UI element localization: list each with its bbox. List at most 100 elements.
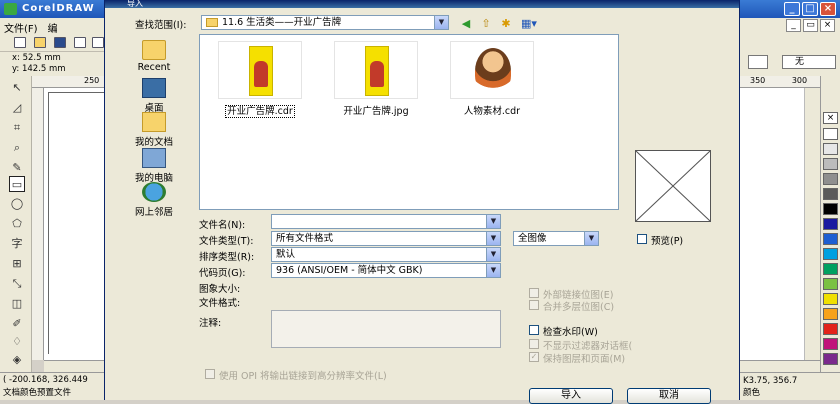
dialog-title: 导入 bbox=[127, 0, 143, 8]
place-my-computer[interactable]: 我的电脑 bbox=[119, 148, 189, 184]
recent-folder-icon bbox=[142, 40, 166, 60]
preview-checkbox[interactable] bbox=[637, 234, 647, 244]
no-color-swatch[interactable]: × bbox=[823, 112, 838, 124]
color-swatch[interactable] bbox=[823, 278, 838, 290]
color-swatch[interactable] bbox=[823, 188, 838, 200]
network-icon bbox=[142, 182, 166, 202]
close-icon[interactable]: × bbox=[820, 2, 836, 16]
file-item[interactable]: 开业广告牌.cdr bbox=[212, 41, 308, 118]
import-dialog: 导入 查找范围(I): 11.6 生活类——开业广告牌 ▼ ◀ ⇧ ✱ ▦▾ R… bbox=[104, 0, 740, 404]
color-swatch[interactable] bbox=[823, 323, 838, 335]
new-document-icon[interactable] bbox=[14, 37, 26, 48]
color-swatch[interactable] bbox=[823, 338, 838, 350]
import-button[interactable]: 导入 bbox=[529, 388, 613, 404]
color-swatch[interactable] bbox=[823, 158, 838, 170]
codepage-label: 代码页(G): bbox=[199, 268, 246, 279]
vertical-scrollbar[interactable] bbox=[804, 88, 820, 360]
maximize-icon[interactable]: □ bbox=[802, 2, 818, 16]
filename-input[interactable]: ▼ bbox=[271, 214, 501, 229]
outline-pen-tool-icon[interactable]: ♢ bbox=[9, 334, 25, 350]
file-item[interactable]: 人物素材.cdr bbox=[444, 41, 540, 117]
file-thumbnail bbox=[450, 41, 534, 99]
place-desktop[interactable]: 桌面 bbox=[119, 78, 189, 114]
color-swatch[interactable] bbox=[823, 203, 838, 215]
color-swatch[interactable] bbox=[823, 353, 838, 365]
outline-width-value: 无 bbox=[795, 57, 805, 67]
print-icon[interactable] bbox=[74, 37, 86, 48]
desktop-icon bbox=[142, 78, 166, 98]
text-tool-icon[interactable]: 字 bbox=[9, 236, 25, 252]
page-navigator[interactable] bbox=[44, 360, 104, 372]
color-swatch[interactable] bbox=[823, 308, 838, 320]
doc-restore-icon[interactable]: ▭ bbox=[803, 19, 818, 32]
chevron-down-icon: ▼ bbox=[486, 232, 500, 245]
look-in-select[interactable]: 11.6 生活类——开业广告牌 ▼ bbox=[201, 15, 449, 30]
folder-icon bbox=[206, 18, 218, 27]
app-titlebar-right: _ □ × bbox=[740, 0, 840, 18]
empty-preview-icon bbox=[635, 150, 711, 222]
color-swatch[interactable] bbox=[823, 293, 838, 305]
chevron-down-icon: ▼ bbox=[434, 16, 448, 29]
color-swatch[interactable] bbox=[823, 218, 838, 230]
file-list[interactable]: 开业广告牌.cdr 开业广告牌.jpg 人物素材.cdr bbox=[199, 34, 619, 210]
vertical-ruler bbox=[32, 88, 44, 360]
import-scope-select[interactable]: 全图像 ▼ bbox=[513, 231, 599, 246]
fill-tool-icon[interactable]: ◈ bbox=[9, 352, 25, 368]
wireframe-toggle[interactable] bbox=[748, 55, 768, 69]
table-tool-icon[interactable]: ⊞ bbox=[9, 256, 25, 272]
zoom-tool-icon[interactable]: ⌕ bbox=[9, 140, 25, 156]
pick-tool-icon[interactable]: ↖ bbox=[9, 80, 25, 96]
freehand-tool-icon[interactable]: ✎ bbox=[9, 160, 25, 176]
file-item[interactable]: 开业广告牌.jpg bbox=[328, 41, 424, 117]
image-size-label: 图象大小: bbox=[199, 284, 241, 295]
sort-type-select[interactable]: 默认 ▼ bbox=[271, 247, 501, 262]
view-menu-icon[interactable]: ▦▾ bbox=[519, 18, 539, 30]
connector-tool-icon[interactable]: ⤡ bbox=[9, 276, 25, 292]
up-folder-icon[interactable]: ⇧ bbox=[479, 18, 493, 30]
place-network[interactable]: 网上邻居 bbox=[119, 182, 189, 218]
opi-checkbox[interactable] bbox=[205, 369, 215, 379]
save-icon[interactable] bbox=[54, 37, 66, 48]
filetype-select[interactable]: 所有文件格式 ▼ bbox=[271, 231, 501, 246]
eyedropper-tool-icon[interactable]: ✐ bbox=[9, 316, 25, 332]
doc-minimize-icon[interactable]: _ bbox=[786, 19, 801, 32]
color-swatch[interactable] bbox=[823, 263, 838, 275]
ellipse-tool-icon[interactable]: ◯ bbox=[9, 196, 25, 212]
keep-layers-checkbox[interactable]: ✓ bbox=[529, 352, 539, 362]
sort-label: 排序类型(R): bbox=[199, 252, 255, 263]
open-folder-icon[interactable] bbox=[34, 37, 46, 48]
ruler-tick-label: 350 bbox=[750, 76, 766, 85]
rectangle-tool-icon[interactable]: ▭ bbox=[9, 176, 25, 192]
back-icon[interactable]: ◀ bbox=[459, 18, 473, 30]
dialog-titlebar: 导入 bbox=[105, 0, 739, 8]
outline-width-select[interactable]: 无 bbox=[782, 55, 836, 69]
place-my-documents[interactable]: 我的文档 bbox=[119, 112, 189, 148]
link-bitmap-checkbox[interactable] bbox=[529, 288, 539, 298]
color-profile-status[interactable]: 文档颜色预置文件 bbox=[3, 387, 101, 400]
file-thumbnail bbox=[218, 41, 302, 99]
y-position-field[interactable]: y: 142.5 mm bbox=[12, 64, 104, 75]
shape-tool-icon[interactable]: ◿ bbox=[9, 100, 25, 116]
new-folder-icon[interactable]: ✱ bbox=[499, 18, 513, 30]
color-swatch[interactable] bbox=[823, 233, 838, 245]
cut-icon[interactable] bbox=[92, 37, 104, 48]
x-position-field[interactable]: x: 52.5 mm bbox=[12, 53, 104, 64]
interactive-blend-tool-icon[interactable]: ◫ bbox=[9, 296, 25, 312]
filetype-value: 所有文件格式 bbox=[276, 233, 334, 244]
polygon-tool-icon[interactable]: ⬠ bbox=[9, 216, 25, 232]
hide-filter-dialog-checkbox[interactable] bbox=[529, 339, 539, 349]
color-swatch[interactable] bbox=[823, 143, 838, 155]
cancel-button[interactable]: 取消 bbox=[627, 388, 711, 404]
doc-close-icon[interactable]: × bbox=[820, 19, 835, 32]
combine-layers-checkbox[interactable] bbox=[529, 300, 539, 310]
crop-tool-icon[interactable]: ⌗ bbox=[9, 120, 25, 136]
color-swatch[interactable] bbox=[823, 128, 838, 140]
minimize-icon[interactable]: _ bbox=[784, 2, 800, 16]
horizontal-scrollbar[interactable] bbox=[740, 360, 820, 372]
property-bar: x: 52.5 mm y: 142.5 mm bbox=[0, 52, 104, 76]
place-recent[interactable]: Recent bbox=[119, 40, 189, 73]
color-swatch[interactable] bbox=[823, 248, 838, 260]
color-swatch[interactable] bbox=[823, 173, 838, 185]
check-watermark-checkbox[interactable] bbox=[529, 325, 539, 335]
codepage-select[interactable]: 936 (ANSI/OEM - 简体中文 GBK) ▼ bbox=[271, 263, 501, 278]
